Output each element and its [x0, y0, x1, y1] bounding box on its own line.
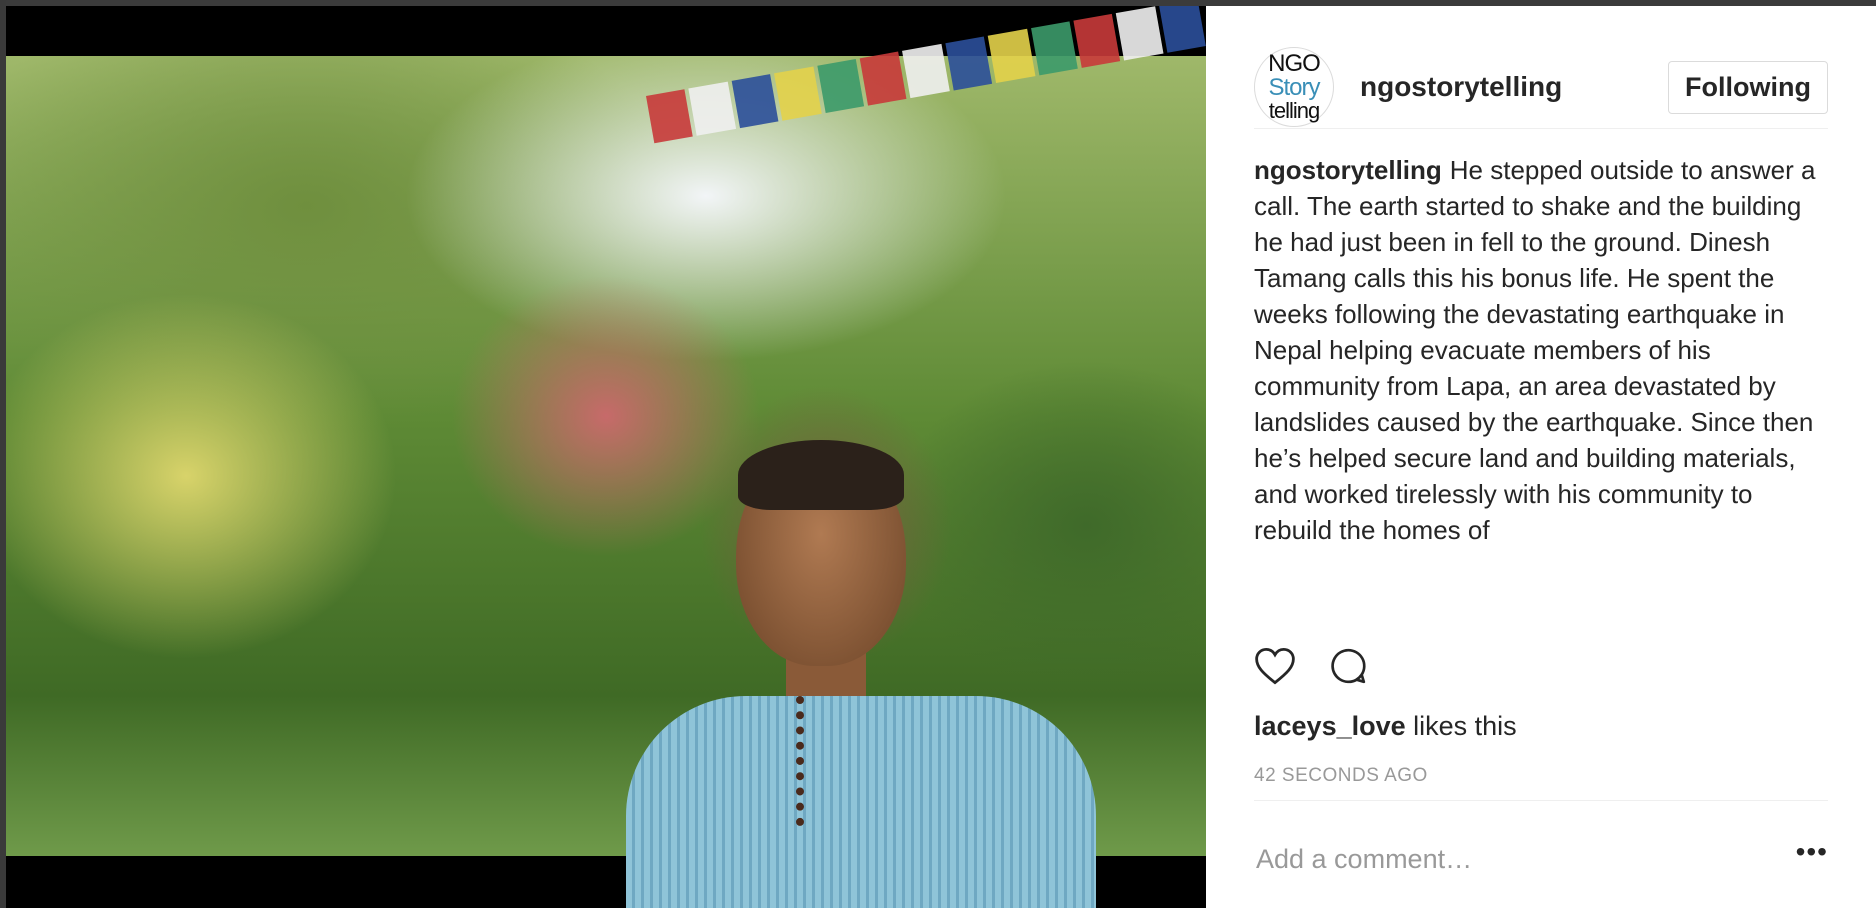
likes-summary: laceys_love likes this — [1254, 711, 1517, 742]
prayer-flag — [688, 81, 736, 136]
post-header: NGO Story telling ngostorytelling Follow… — [1254, 46, 1828, 129]
prayer-flag — [987, 28, 1035, 83]
more-options-icon[interactable]: ••• — [1796, 838, 1828, 880]
comment-divider — [1254, 800, 1828, 801]
person-hair — [738, 440, 904, 510]
post-photo[interactable] — [6, 6, 1206, 908]
prayer-flag — [646, 89, 694, 144]
prayer-flag — [1073, 13, 1121, 68]
prayer-flag — [731, 74, 779, 129]
speech-bubble-icon[interactable] — [1328, 646, 1368, 691]
heart-icon[interactable] — [1254, 646, 1296, 691]
comment-row: ••• — [1254, 834, 1828, 884]
avatar-text-line-1: NGO — [1268, 50, 1321, 77]
prayer-flag — [945, 36, 993, 91]
prayer-flag — [1158, 6, 1206, 53]
avatar-text-line-3: telling — [1268, 98, 1320, 123]
person-shirt — [626, 696, 1096, 908]
caption-text: He stepped outside to answer a call. The… — [1254, 155, 1816, 545]
following-button[interactable]: Following — [1668, 60, 1828, 114]
prayer-flag — [1116, 6, 1164, 61]
avatar-text-line-2: Story — [1268, 74, 1320, 101]
prayer-flag — [774, 66, 822, 121]
prayer-flag — [902, 43, 950, 99]
post-actions — [1254, 646, 1368, 691]
post-modal: NGO Story telling ngostorytelling Follow… — [6, 6, 1876, 908]
post-sidebar: NGO Story telling ngostorytelling Follow… — [1206, 6, 1876, 908]
prayer-flag — [816, 59, 865, 114]
post-media[interactable] — [6, 6, 1206, 908]
post-timestamp[interactable]: 42 SECONDS AGO — [1254, 765, 1428, 787]
caption-username-link[interactable]: ngostorytelling — [1254, 155, 1442, 185]
avatar[interactable]: NGO Story telling — [1254, 47, 1334, 127]
prayer-flag — [859, 51, 907, 106]
prayer-flag — [1030, 21, 1078, 76]
likes-suffix: likes this — [1413, 711, 1517, 741]
username-link[interactable]: ngostorytelling — [1360, 71, 1562, 103]
liker-username-link[interactable]: laceys_love — [1254, 711, 1406, 741]
prayer-beads — [796, 696, 812, 826]
prayer-flags — [646, 6, 1206, 185]
post-caption: ngostorytelling He stepped outside to ans… — [1254, 152, 1834, 622]
comment-input[interactable] — [1254, 842, 1796, 876]
